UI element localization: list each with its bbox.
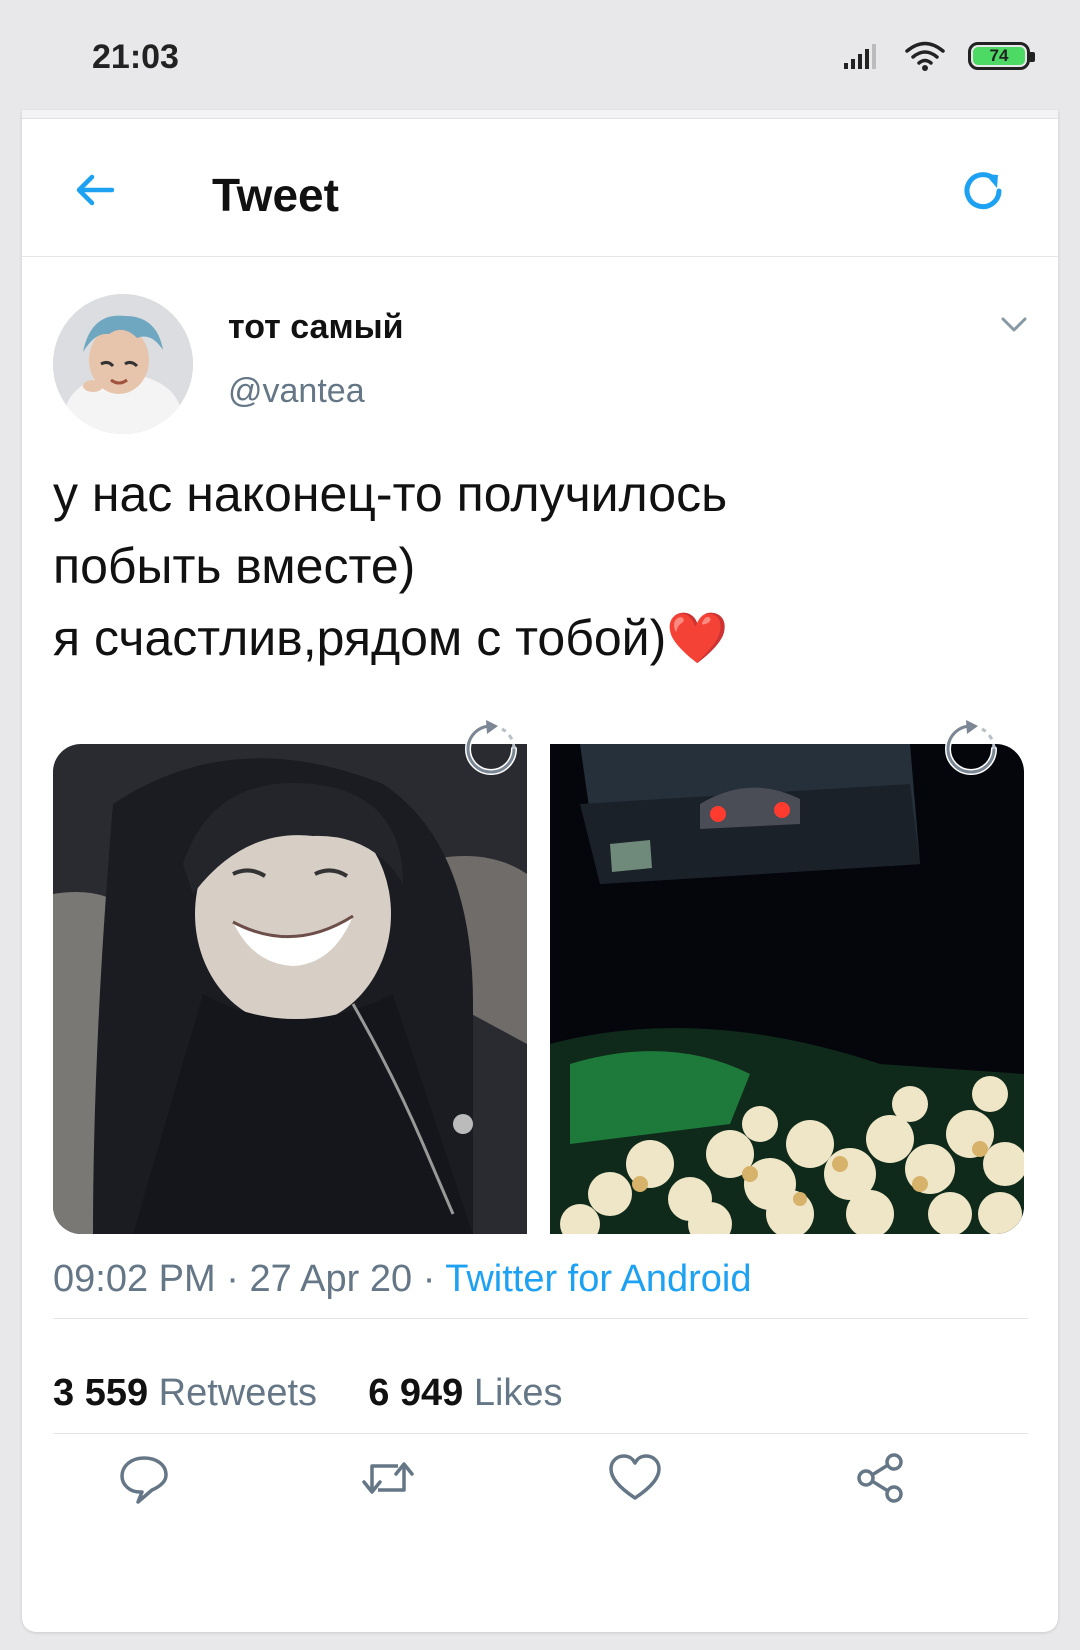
likes-count: 6 949 bbox=[368, 1372, 464, 1414]
arrow-left-icon[interactable] bbox=[70, 165, 120, 215]
like-icon[interactable] bbox=[607, 1450, 663, 1506]
tweet-date: 27 Apr 20 bbox=[249, 1258, 413, 1300]
likes-label: Likes bbox=[473, 1372, 563, 1414]
media-photo-person[interactable] bbox=[53, 744, 527, 1234]
tweet-card: Tweet тот самый @vantea у нас наконец-то… bbox=[22, 110, 1058, 1632]
avatar[interactable] bbox=[53, 294, 193, 434]
retweets-count: 3 559 bbox=[53, 1372, 149, 1414]
retweets-label: Retweets bbox=[158, 1372, 318, 1414]
likes-stat[interactable]: 6 949 Likes bbox=[368, 1372, 562, 1414]
wifi-icon bbox=[905, 41, 945, 71]
signal-icon bbox=[844, 44, 876, 69]
tweet-stats: 3 559 Retweets 6 949 Likes bbox=[53, 1372, 563, 1415]
divider bbox=[53, 1318, 1028, 1319]
status-bar: 21:03 74 bbox=[0, 0, 1080, 110]
refresh-icon[interactable] bbox=[958, 166, 1008, 216]
retweets-stat[interactable]: 3 559 Retweets bbox=[53, 1372, 317, 1414]
status-time: 21:03 bbox=[92, 38, 179, 76]
status-icons: 74 bbox=[842, 40, 1035, 72]
media-photo-popcorn[interactable] bbox=[550, 744, 1024, 1234]
chevron-down-icon[interactable] bbox=[996, 306, 1032, 342]
tweet-source-link[interactable]: Twitter for Android bbox=[445, 1258, 751, 1300]
page-title: Tweet bbox=[212, 169, 339, 221]
meta-separator: · bbox=[226, 1258, 250, 1300]
avatar-image bbox=[53, 294, 193, 434]
tweet-actions bbox=[22, 1450, 1058, 1570]
rotate-icon[interactable] bbox=[460, 718, 522, 780]
display-name[interactable]: тот самый bbox=[228, 308, 404, 347]
battery-icon: 74 bbox=[968, 42, 1035, 70]
tweet-text: у нас наконец-то получилось побыть вмест… bbox=[53, 458, 1013, 674]
tweet-time: 09:02 PM bbox=[53, 1258, 216, 1300]
tweet-text-line: побыть вместе) bbox=[53, 538, 416, 594]
battery-level: 74 bbox=[973, 46, 1025, 65]
meta-separator: · bbox=[422, 1258, 446, 1300]
tweet-text-line: я счастлив,рядом с тобой)❤️ bbox=[53, 610, 729, 666]
tweet-text-line: у нас наконец-то получилось bbox=[53, 466, 728, 522]
divider bbox=[53, 1433, 1028, 1434]
user-handle[interactable]: @vantea bbox=[228, 372, 365, 411]
reply-icon[interactable] bbox=[116, 1450, 172, 1506]
tweet-media bbox=[53, 744, 1024, 1234]
rotate-icon[interactable] bbox=[940, 718, 1002, 780]
tweet-meta: 09:02 PM · 27 Apr 20 · Twitter for Andro… bbox=[53, 1258, 1033, 1301]
share-icon[interactable] bbox=[852, 1450, 908, 1506]
app-header: Tweet bbox=[22, 118, 1058, 257]
retweet-icon[interactable] bbox=[360, 1450, 416, 1506]
